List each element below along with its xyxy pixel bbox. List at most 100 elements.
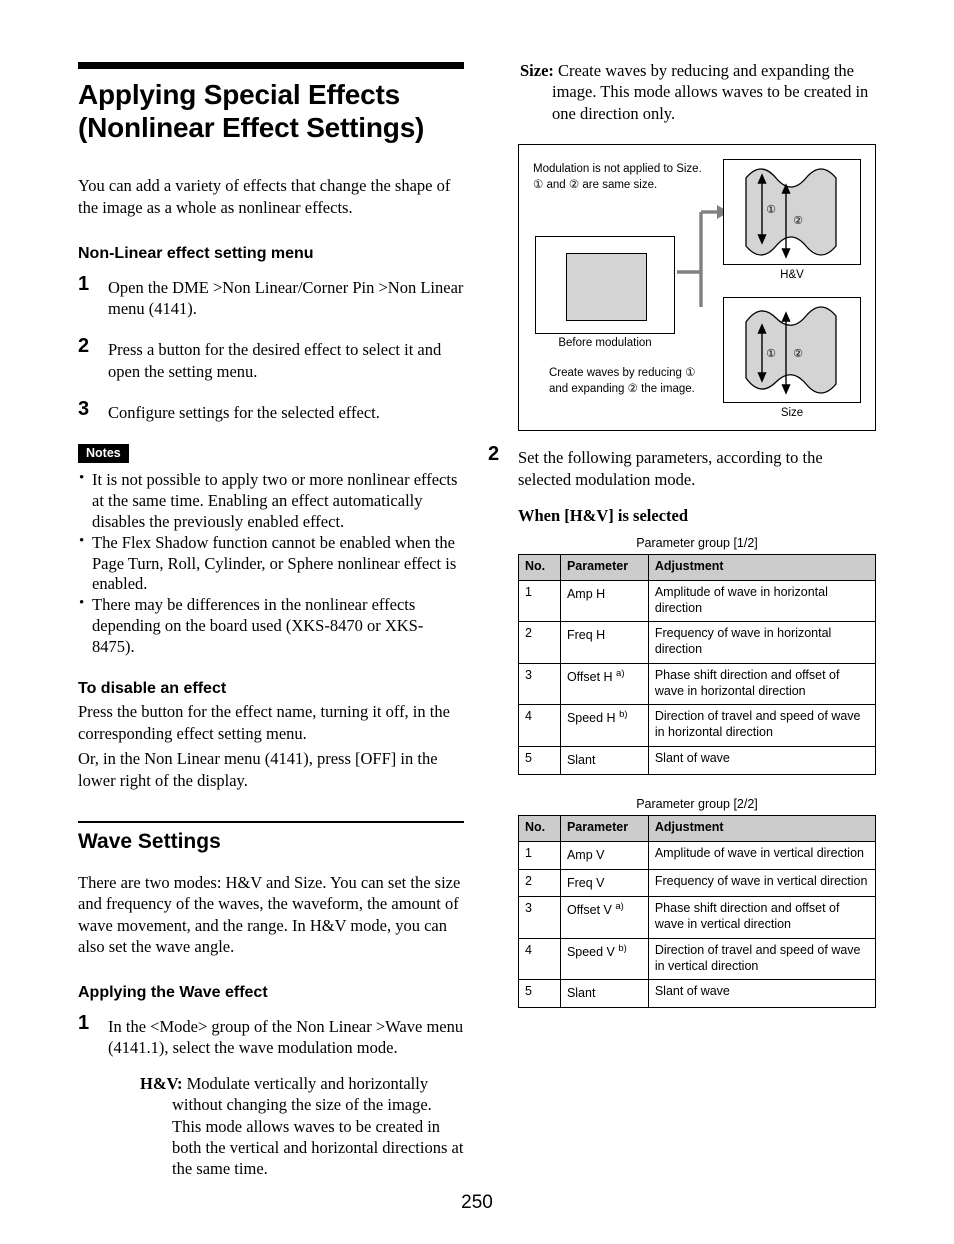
cell-no: 1 bbox=[518, 579, 561, 623]
step-2: 2 Press a button for the desired effect … bbox=[78, 335, 464, 382]
table-header-row: No. Parameter Adjustment bbox=[518, 814, 877, 842]
table-row: 2 Freq H Frequency of wave in horizontal… bbox=[518, 621, 877, 664]
definition-size: Size: Create waves by reducing and expan… bbox=[488, 60, 878, 124]
wave-intro-paragraph: There are two modes: H&V and Size. You c… bbox=[78, 873, 461, 957]
diagram-caption-bottom: Create waves by reducing ① and expanding… bbox=[549, 367, 696, 396]
cell-parameter-text: Slant bbox=[566, 986, 596, 1001]
cell-no: 5 bbox=[518, 979, 561, 1009]
definition-term-size: Size: bbox=[520, 61, 554, 80]
step-number: 1 bbox=[78, 272, 90, 295]
cell-adjustment: Frequency of wave in vertical direction bbox=[647, 868, 877, 898]
subheading-applying-wave-effect: Applying the Wave effect bbox=[78, 983, 268, 1001]
cell-adjustment: Amplitude of wave in vertical direction bbox=[647, 840, 877, 870]
intro-paragraph: You can add a variety of effects that ch… bbox=[78, 175, 451, 217]
list-item: The Flex Shadow function cannot be enabl… bbox=[78, 532, 464, 596]
step-text: In the <Mode> group of the Non Linear >W… bbox=[108, 1016, 464, 1058]
cell-parameter: Offset H a) bbox=[559, 662, 649, 706]
cell-parameter-text: Speed V bbox=[566, 945, 615, 960]
page-number: 250 bbox=[461, 1192, 493, 1213]
section-heading-wave-settings: Wave Settings bbox=[78, 830, 221, 854]
table-row: 3 Offset V a) Phase shift direction and … bbox=[518, 896, 877, 939]
cell-adjustment: Phase shift direction and offset of wave… bbox=[647, 662, 877, 706]
cell-no: 3 bbox=[518, 662, 561, 706]
wave-modulation-diagram: Modulation is not applied to Size. ① and… bbox=[518, 144, 876, 432]
table-row: 3 Offset H a) Phase shift direction and … bbox=[518, 662, 877, 706]
marker-1-label: ① bbox=[766, 348, 776, 360]
section-rule bbox=[78, 821, 464, 824]
footnote-marker: a) bbox=[615, 901, 624, 913]
step-1: 1 Open the DME >Non Linear/Corner Pin >N… bbox=[78, 273, 464, 320]
cell-parameter-text: Slant bbox=[566, 753, 596, 768]
cell-adjustment: Slant of wave bbox=[647, 979, 877, 1009]
cell-parameter-text: Freq H bbox=[566, 628, 606, 643]
cell-parameter-text: Amp V bbox=[566, 847, 605, 862]
step-number: 2 bbox=[78, 335, 90, 358]
right-column: Size: Create waves by reducing and expan… bbox=[488, 60, 878, 1030]
cell-no: 2 bbox=[518, 868, 561, 898]
cell-parameter: Speed V b) bbox=[559, 937, 649, 981]
cell-parameter: Offset V a) bbox=[559, 896, 649, 939]
column-header-no: No. bbox=[518, 554, 561, 581]
step-text: Press a button for the desired effect to… bbox=[108, 340, 442, 381]
table-row: 4 Speed V b) Direction of travel and spe… bbox=[518, 937, 877, 981]
table-header-row: No. Parameter Adjustment bbox=[518, 554, 877, 581]
column-header-no: No. bbox=[518, 814, 561, 842]
table-row: 1 Amp V Amplitude of wave in vertical di… bbox=[518, 840, 877, 870]
cell-adjustment: Amplitude of wave in horizontal directio… bbox=[647, 579, 877, 623]
table-2-caption: Parameter group [2/2] bbox=[636, 796, 758, 811]
definition-term-hv: H&V: bbox=[140, 1073, 183, 1093]
cell-adjustment: Frequency of wave in horizontal directio… bbox=[647, 621, 877, 664]
heading-when-hv-selected: When [H&V] is selected bbox=[518, 506, 689, 526]
before-modulation-image bbox=[566, 253, 647, 322]
step-number: 3 bbox=[78, 398, 90, 421]
table-row: 5 Slant Slant of wave bbox=[518, 979, 877, 1009]
cell-no: 2 bbox=[518, 621, 561, 664]
panel-size-label: Size bbox=[780, 407, 804, 420]
chapter-rule bbox=[78, 62, 464, 69]
cell-parameter-text: Offset V bbox=[566, 903, 612, 918]
cell-parameter: Freq H bbox=[559, 621, 649, 664]
parameter-table-1: No. Parameter Adjustment 1 Amp H Amplitu… bbox=[518, 554, 877, 775]
cell-adjustment: Slant of wave bbox=[647, 745, 877, 775]
column-header-parameter: Parameter bbox=[559, 814, 649, 842]
cell-parameter-text: Offset H bbox=[566, 670, 613, 685]
step-3: 3 Configure settings for the selected ef… bbox=[78, 398, 464, 423]
definition-text-size: Create waves by reducing and expanding t… bbox=[552, 61, 869, 123]
marker-2-label: ② bbox=[793, 348, 803, 360]
wave-step-1: 1 In the <Mode> group of the Non Linear … bbox=[78, 1012, 464, 1180]
list-item: There may be differences in the nonlinea… bbox=[78, 594, 464, 658]
notes-badge: Notes bbox=[78, 443, 129, 463]
cell-parameter: Slant bbox=[559, 745, 649, 775]
cell-no: 1 bbox=[518, 840, 561, 870]
wave-shape-size: ① ② bbox=[745, 306, 837, 396]
cell-adjustment: Phase shift direction and offset of wave… bbox=[647, 896, 877, 939]
step-text: Open the DME >Non Linear/Corner Pin >Non… bbox=[108, 277, 464, 318]
panel-size: ① ② bbox=[723, 297, 861, 404]
table-row: 1 Amp H Amplitude of wave in horizontal … bbox=[518, 579, 877, 623]
panel-hv: ① ② bbox=[723, 159, 861, 266]
document-page: Applying Special Effects (Nonlinear Effe… bbox=[0, 0, 954, 1244]
table-row: 5 Slant Slant of wave bbox=[518, 745, 877, 775]
before-modulation-label: Before modulation bbox=[558, 337, 652, 350]
cell-parameter: Amp H bbox=[559, 579, 649, 623]
column-header-adjustment: Adjustment bbox=[647, 554, 877, 581]
footnote-marker: b) bbox=[619, 709, 628, 721]
page-title: Applying Special Effects (Nonlinear Effe… bbox=[78, 79, 425, 144]
left-column: Applying Special Effects (Nonlinear Effe… bbox=[78, 62, 464, 1200]
column-header-adjustment: Adjustment bbox=[647, 814, 877, 842]
subheading-disable-effect: To disable an effect bbox=[78, 680, 227, 698]
table-row: 2 Freq V Frequency of wave in vertical d… bbox=[518, 868, 877, 898]
marker-1-label: ① bbox=[766, 204, 776, 216]
cell-no: 3 bbox=[518, 896, 561, 939]
step-number: 1 bbox=[78, 1011, 90, 1034]
cell-no: 4 bbox=[518, 704, 561, 747]
wave-shape-hv: ① ② bbox=[745, 168, 837, 260]
section-heading-nonlinear-menu: Non-Linear effect setting menu bbox=[78, 244, 314, 262]
cell-parameter: Amp V bbox=[559, 840, 649, 870]
definition-text-hv: Modulate vertically and horizontally wit… bbox=[172, 1073, 464, 1179]
disable-effect-text-1: Press the button for the effect name, tu… bbox=[78, 702, 450, 743]
before-modulation-box bbox=[535, 236, 675, 335]
marker-2-label: ② bbox=[793, 215, 803, 227]
cell-parameter: Speed H b) bbox=[559, 704, 649, 747]
step-text: Set the following parameters, according … bbox=[518, 448, 823, 489]
